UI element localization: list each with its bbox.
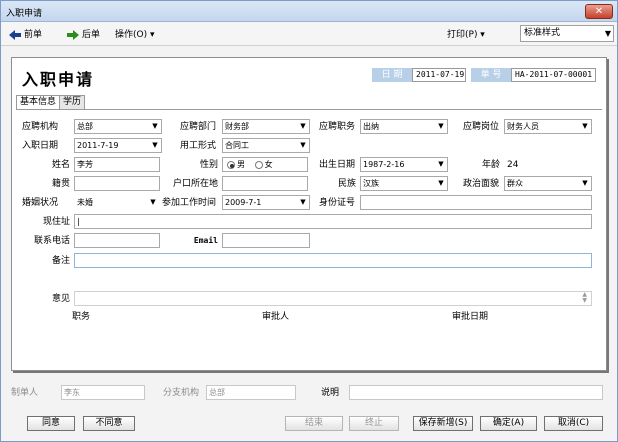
work-time-select[interactable]: 2009-7-1 ▼: [222, 195, 310, 210]
chevron-down-icon: ▼: [150, 198, 156, 206]
age-label: 年龄: [481, 160, 500, 170]
operate-menu[interactable]: 操作(O) ▾: [115, 28, 155, 42]
note-label: 说明: [321, 388, 340, 398]
employ-select[interactable]: 合同工 ▼: [222, 138, 310, 153]
chevron-down-icon: ▼: [582, 179, 588, 187]
save-new-button[interactable]: 保存新增(S): [413, 416, 473, 431]
agree-button[interactable]: 同意: [27, 416, 75, 431]
id-label: 身份证号: [319, 198, 356, 208]
no-label: 单 号: [471, 68, 511, 82]
political-label: 政治面貌: [463, 179, 500, 189]
email-field[interactable]: [222, 233, 310, 248]
birth-label: 出生日期: [319, 160, 356, 170]
gender-radio-group: 男 女: [222, 157, 308, 172]
chevron-down-icon: ▼: [582, 122, 588, 130]
arrow-right-icon: [67, 29, 79, 40]
org-label: 应聘机构: [22, 122, 59, 132]
dept-label: 应聘部门: [180, 122, 217, 132]
post-label: 应聘岗位: [463, 122, 500, 132]
entry-date-select[interactable]: 2011-7-19 ▼: [74, 138, 162, 153]
no-value: HA-2011-07-00001: [511, 68, 596, 82]
opinion-label: 意见: [51, 294, 70, 304]
chevron-down-icon: ▼: [152, 122, 158, 130]
opinion-approver-header: 审批人: [262, 312, 290, 322]
address-field[interactable]: |: [74, 214, 592, 229]
entry-date-label: 入职日期: [22, 141, 59, 151]
page-title: 入职申请: [22, 70, 95, 89]
toolbar: 前单 后单 操作(O) ▾ 打印(P) ▾ 标准样式 ▼: [1, 22, 617, 46]
remark-field[interactable]: [74, 253, 592, 268]
tab-divider: [16, 109, 602, 110]
nation-label: 民族: [337, 179, 356, 189]
age-value: 24: [507, 160, 519, 170]
work-time-label: 参加工作时间: [162, 198, 217, 208]
opinion-field[interactable]: ▲ ▼: [74, 291, 592, 306]
birth-select[interactable]: 1987-2-16 ▼: [360, 157, 448, 172]
name-label: 姓名: [51, 160, 70, 170]
address-label: 现住址: [42, 217, 70, 227]
date-label: 日 期: [372, 68, 412, 82]
duty-label: 应聘职务: [319, 122, 356, 132]
id-field[interactable]: [360, 195, 592, 210]
dept-select[interactable]: 财务部 ▼: [222, 119, 310, 134]
print-menu[interactable]: 打印(P) ▾: [447, 28, 485, 42]
branch-field: 总部: [206, 385, 296, 400]
disagree-button[interactable]: 不同意: [83, 416, 135, 431]
gender-female-radio[interactable]: [254, 160, 263, 169]
arrow-left-icon: [9, 29, 21, 40]
remark-label: 备注: [51, 256, 70, 266]
window: 入职申请 ✕ 前单 后单 操作(O) ▾ 打印(P) ▾ 标准样式 ▼ 入职申请…: [0, 0, 618, 442]
stop-button[interactable]: 终止: [349, 416, 399, 431]
phone-field[interactable]: [74, 233, 160, 248]
hukou-field[interactable]: [222, 176, 308, 191]
print-style-select[interactable]: 标准样式 ▼: [520, 25, 614, 42]
employ-label: 用工形式: [180, 141, 217, 151]
hukou-label: 户口所在地: [172, 179, 218, 189]
main-panel: 入职申请 日 期 2011-07-19 单 号 HA-2011-07-00001…: [11, 57, 607, 371]
close-icon: ✕: [594, 6, 604, 17]
chevron-down-icon: ▼: [152, 141, 158, 149]
native-label: 籍贯: [51, 179, 70, 189]
maker-label: 制单人: [11, 388, 39, 398]
chevron-down-icon: ▼: [438, 179, 444, 187]
cancel-button[interactable]: 取消(C): [544, 416, 603, 431]
chevron-down-icon: ▼: [300, 141, 306, 149]
next-button[interactable]: 后单: [67, 28, 100, 42]
nation-select[interactable]: 汉族 ▼: [360, 176, 448, 191]
end-button[interactable]: 结束: [285, 416, 343, 431]
scroll-stepper-icon: ▲ ▼: [582, 291, 587, 304]
gender-label: 性别: [199, 160, 218, 170]
native-field[interactable]: [74, 176, 160, 191]
marital-select[interactable]: 未婚 ▼: [74, 195, 160, 210]
maker-field: 李东: [61, 385, 145, 400]
title-bar: 入职申请 ✕: [1, 1, 617, 22]
gender-male-radio[interactable]: [227, 160, 235, 169]
duty-select[interactable]: 出纳 ▼: [360, 119, 448, 134]
post-select[interactable]: 财务人员 ▼: [504, 119, 592, 134]
prev-button[interactable]: 前单: [9, 28, 42, 42]
ok-button[interactable]: 确定(A): [480, 416, 537, 431]
chevron-down-icon: ▼: [300, 122, 306, 130]
branch-label: 分支机构: [163, 388, 200, 398]
note-field[interactable]: [349, 385, 603, 400]
close-button[interactable]: ✕: [585, 4, 613, 19]
tab-education[interactable]: 学历: [59, 95, 86, 110]
chevron-down-icon: ▼: [604, 29, 611, 38]
marital-label: 婚姻状况: [22, 198, 59, 208]
opinion-date-header: 审批日期: [452, 312, 489, 322]
opinion-duty-header: 职务: [72, 312, 91, 322]
text-cursor: |: [77, 217, 80, 226]
political-select[interactable]: 群众 ▼: [504, 176, 592, 191]
tab-basic-info[interactable]: 基本信息: [16, 95, 61, 110]
org-select[interactable]: 总部 ▼: [74, 119, 162, 134]
name-field[interactable]: 李芳: [74, 157, 160, 172]
date-value: 2011-07-19: [412, 68, 466, 82]
chevron-down-icon: ▼: [300, 198, 306, 206]
phone-label: 联系电话: [33, 236, 70, 246]
window-title: 入职申请: [6, 9, 43, 19]
chevron-down-icon: ▼: [438, 160, 444, 168]
chevron-down-icon: ▼: [438, 122, 444, 130]
email-label: Email: [193, 236, 218, 245]
